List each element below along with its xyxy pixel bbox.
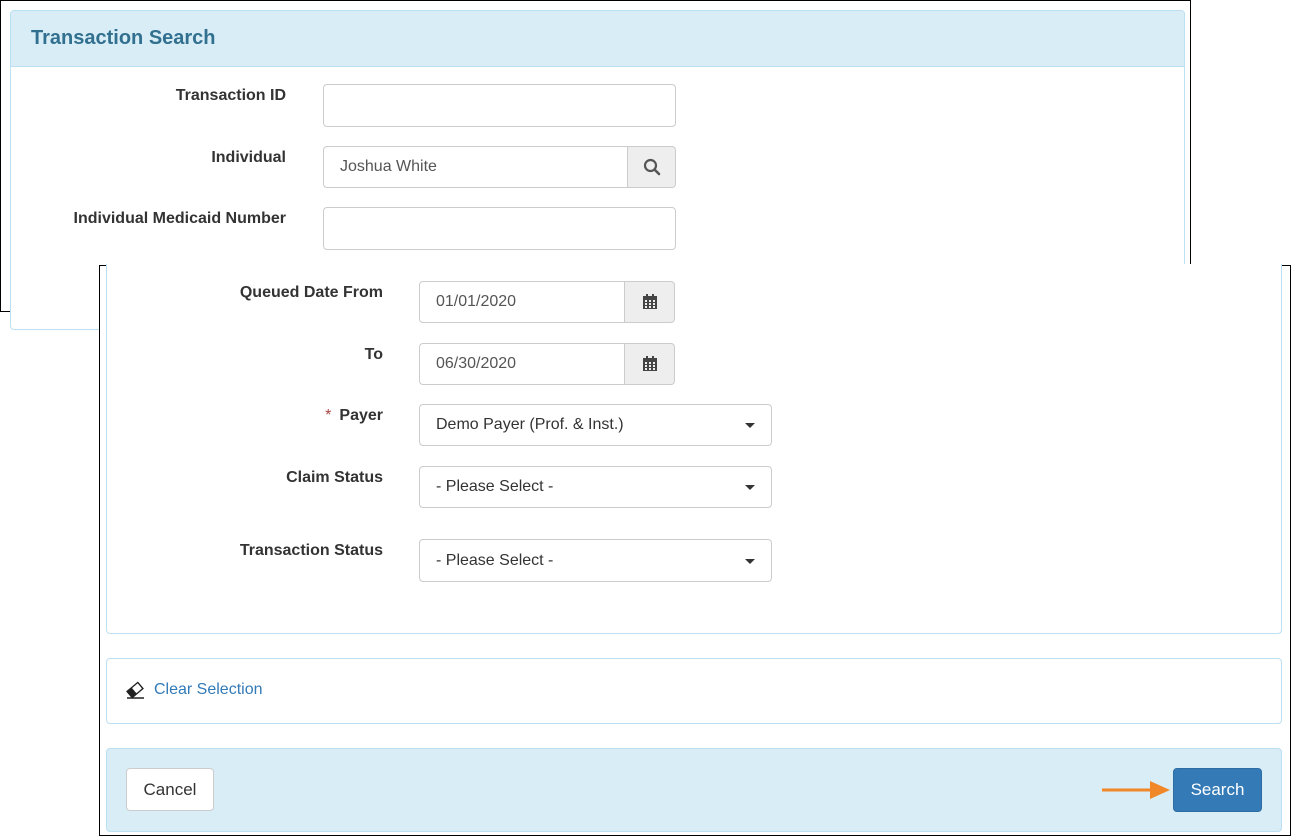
panel-title: Transaction Search [31, 27, 216, 49]
calendar-icon [642, 356, 657, 371]
chevron-down-icon [745, 558, 755, 564]
queued-date-to-input[interactable]: 06/30/2020 [419, 343, 625, 385]
queued-date-from-calendar-button[interactable] [625, 281, 675, 323]
medicaid-number-input[interactable] [323, 207, 676, 250]
clear-selection-link[interactable]: Clear Selection [126, 681, 263, 699]
calendar-icon [642, 294, 657, 309]
arrow-right-icon [1102, 781, 1170, 799]
chevron-down-icon [745, 423, 755, 428]
transaction-search-overlay: Queued Date From 01/01/2020 To 06/30/202… [99, 264, 1291, 836]
search-button[interactable]: Search [1173, 768, 1262, 812]
transaction-id-input[interactable] [323, 84, 676, 127]
individual-search-button[interactable] [628, 146, 676, 188]
queued-date-to-label: To [364, 346, 383, 363]
individual-input[interactable]: Joshua White [323, 146, 628, 188]
queued-date-from-label: Queued Date From [239, 284, 383, 301]
transaction-status-label: Transaction Status [239, 542, 383, 559]
required-marker: * [325, 407, 332, 424]
cancel-button[interactable]: Cancel [126, 768, 214, 811]
payer-selected-value: Demo Payer (Prof. & Inst.) [436, 416, 624, 433]
payer-label-text: Payer [339, 407, 383, 424]
form-actions-panel: Cancel Search [106, 748, 1282, 832]
search-icon [643, 158, 660, 176]
claim-status-selected-value: - Please Select - [436, 478, 554, 495]
queued-date-to-calendar-button[interactable] [625, 343, 675, 385]
transaction-status-selected-value: - Please Select - [436, 551, 554, 569]
payer-select[interactable]: Demo Payer (Prof. & Inst.) [419, 404, 772, 446]
transaction-id-label: Transaction ID [175, 87, 286, 104]
payer-label: * Payer [325, 407, 383, 425]
chevron-down-icon [745, 485, 755, 490]
eraser-icon [126, 681, 144, 699]
claim-status-label: Claim Status [286, 469, 383, 486]
individual-label: Individual [211, 149, 286, 166]
search-criteria-panel: Queued Date From 01/01/2020 To 06/30/202… [106, 264, 1282, 634]
claim-status-select[interactable]: - Please Select - [419, 466, 772, 508]
queued-date-from-input[interactable]: 01/01/2020 [419, 281, 625, 323]
transaction-status-select[interactable]: - Please Select - [419, 539, 772, 582]
medicaid-number-label: Individual Medicaid Number [73, 210, 286, 227]
clear-selection-panel: Clear Selection [106, 658, 1282, 724]
clear-selection-label: Clear Selection [154, 681, 263, 698]
panel-header: Transaction Search [11, 11, 1184, 67]
